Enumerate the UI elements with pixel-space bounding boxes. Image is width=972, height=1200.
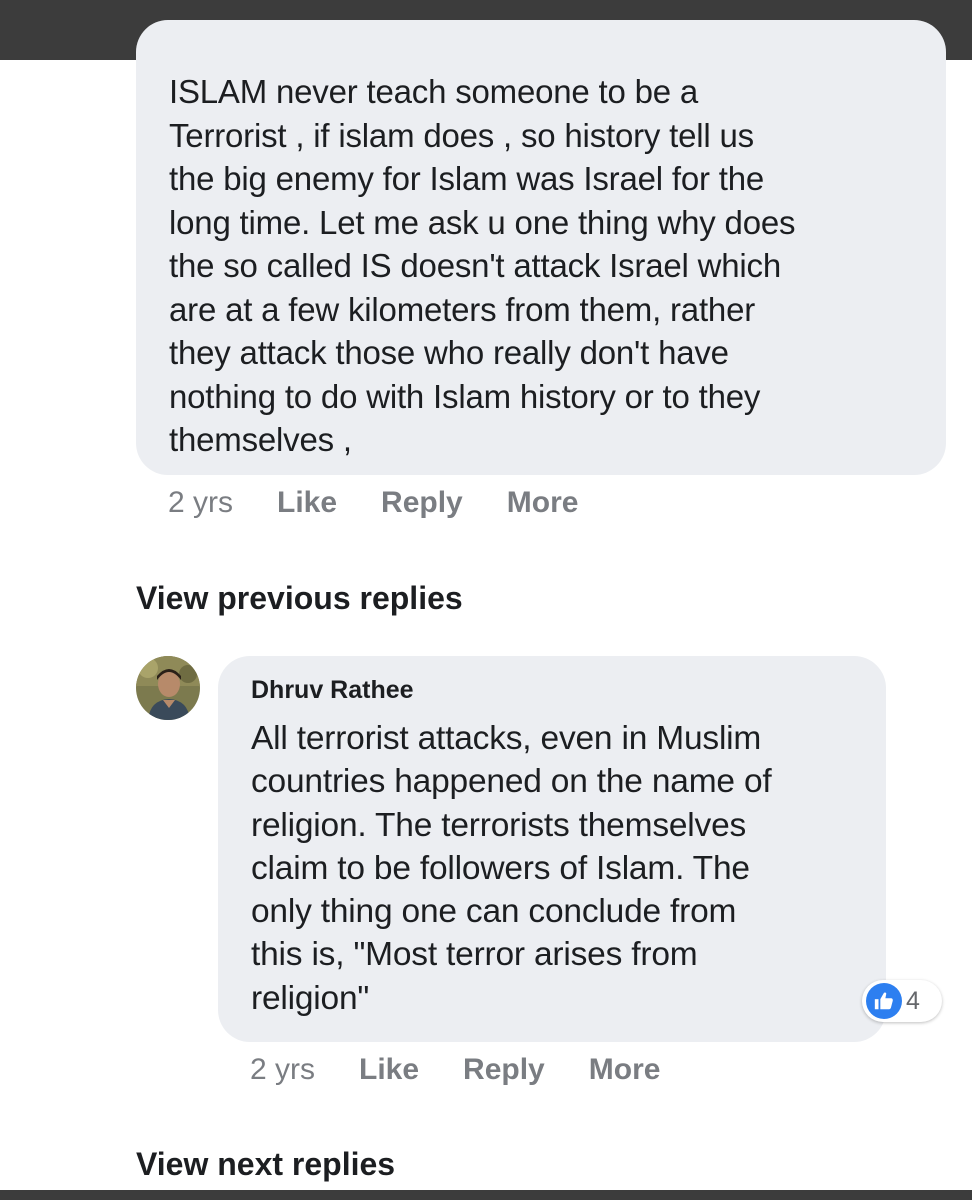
reaction-count: 4 [906,986,920,1015]
comment-text: ISLAM never teach someone to be a Terror… [169,73,796,458]
comment-author[interactable]: Dhruv Rathee [251,672,866,708]
thumbs-up-icon [866,983,902,1019]
reply-button[interactable]: Reply [381,486,463,520]
view-next-replies-link[interactable]: View next replies [136,1146,395,1183]
user-avatar-icon [136,656,200,720]
reaction-badge[interactable]: 4 [862,980,942,1022]
comment-actions: 2 yrs Like Reply More [168,486,622,520]
more-button[interactable]: More [589,1053,661,1087]
comment-actions: 2 yrs Like Reply More [250,1053,704,1087]
comment-text: All terrorist attacks, even in Muslim co… [251,720,772,1017]
avatar[interactable] [136,656,200,720]
comment-bubble: Dhruv Rathee All terrorist attacks, even… [218,656,886,1042]
comment-bubble: ISLAM never teach someone to be a Terror… [136,20,946,475]
like-button[interactable]: Like [359,1053,419,1087]
view-previous-replies-link[interactable]: View previous replies [136,580,463,617]
like-button[interactable]: Like [277,486,337,520]
comment-timestamp[interactable]: 2 yrs [168,486,233,520]
bottom-bar [0,1190,972,1200]
comment-timestamp[interactable]: 2 yrs [250,1053,315,1087]
more-button[interactable]: More [507,486,579,520]
reply-button[interactable]: Reply [463,1053,545,1087]
